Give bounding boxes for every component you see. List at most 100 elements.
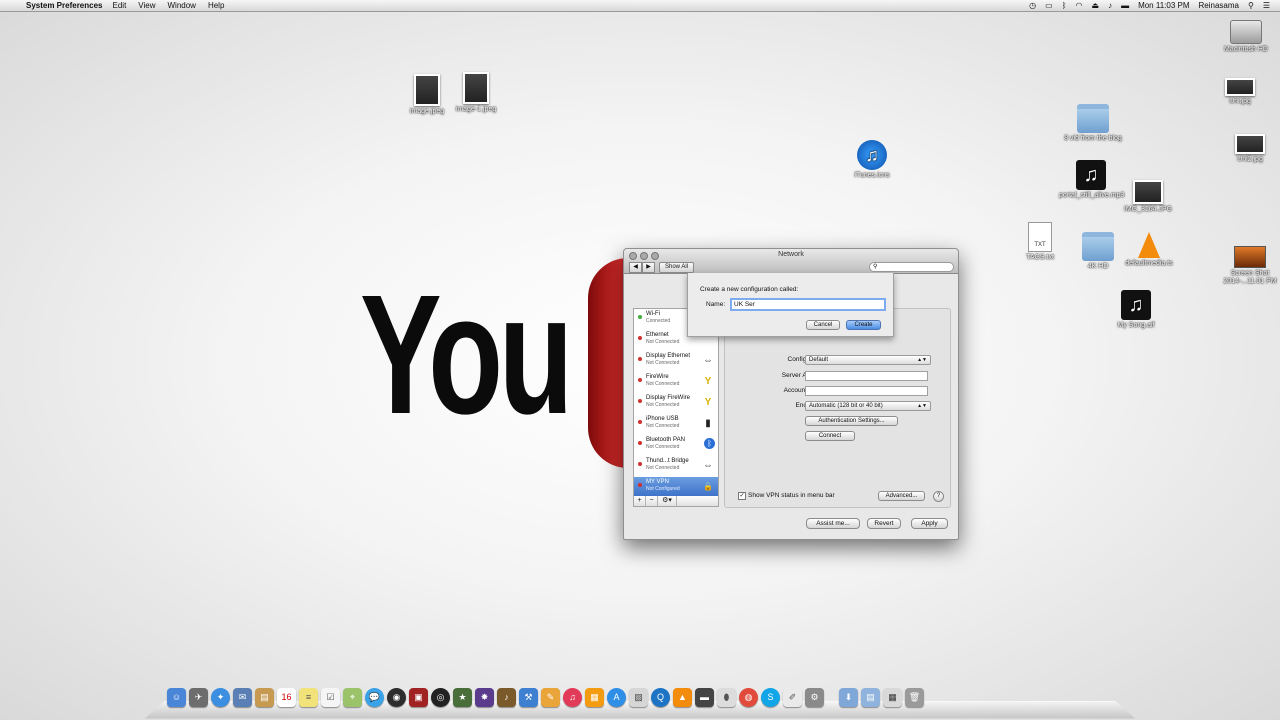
service-bluetooth-pan[interactable]: Bluetooth PAN Not Connected ᛒ xyxy=(634,435,718,456)
pages-icon[interactable]: ✎ xyxy=(541,688,560,707)
service-list-controls: + − ⚙▾ xyxy=(633,496,719,507)
server-address-input[interactable] xyxy=(805,371,928,381)
menu-edit[interactable]: Edit xyxy=(113,1,127,10)
photo-booth-icon[interactable]: ▣ xyxy=(409,688,428,707)
encryption-popup[interactable]: Automatic (128 bit or 40 bit) ▲▼ xyxy=(805,401,931,411)
downloads-stack-icon[interactable]: ⬇ xyxy=(839,688,858,707)
service-iphone-usb[interactable]: iPhone USB Not Connected ▮ xyxy=(634,414,718,435)
show-vpn-status-checkbox-row[interactable]: ✓ Show VPN status in menu bar xyxy=(738,492,835,500)
notes-icon[interactable]: ≡ xyxy=(299,688,318,707)
preview-icon[interactable]: ▨ xyxy=(629,688,648,707)
advanced-button[interactable]: Advanced... xyxy=(878,491,925,501)
chrome-icon[interactable]: ◍ xyxy=(739,688,758,707)
wifi-icon[interactable]: ◠ xyxy=(1076,1,1083,10)
show-all-button[interactable]: Show All xyxy=(659,262,695,273)
ethernet-arrows-icon: ⇔ xyxy=(703,460,713,471)
clock[interactable]: Mon 11:03 PM xyxy=(1138,1,1189,10)
menu-help[interactable]: Help xyxy=(208,1,224,10)
app-store-icon[interactable]: A xyxy=(607,688,626,707)
status-dot-red xyxy=(638,399,642,403)
iphoto-icon[interactable]: ✸ xyxy=(475,688,494,707)
service-firewire[interactable]: FireWire Not Connected Y xyxy=(634,372,718,393)
desktop-icon-my-song-aif[interactable]: ♫ My Song.aif xyxy=(1104,290,1168,330)
desktop-icon-portal-mp3[interactable]: ♫ portal_still_alive.mp3 xyxy=(1059,160,1124,200)
search-icon: ⚲ xyxy=(873,264,878,270)
desktop-icon-img-3164[interactable]: IMG_3164.JPG xyxy=(1116,180,1180,214)
ibooks-icon[interactable]: ▦ xyxy=(585,688,604,707)
skype-icon[interactable]: S xyxy=(761,688,780,707)
mail-icon[interactable]: ✉ xyxy=(233,688,252,707)
remove-service-button[interactable]: − xyxy=(646,496,658,506)
notification-center-icon[interactable]: ☰ xyxy=(1263,1,1270,10)
messages-icon[interactable]: 💬 xyxy=(365,688,384,707)
battery-icon[interactable]: ▬ xyxy=(1121,1,1129,10)
show-vpn-status-checkbox[interactable]: ✓ xyxy=(738,492,746,500)
service-thunderbolt-bridge[interactable]: Thund...t Bridge Not Connected ⇔ xyxy=(634,456,718,477)
connect-button[interactable]: Connect xyxy=(805,431,855,441)
applications-grid-icon[interactable]: ▦ xyxy=(883,688,902,707)
service-display-ethernet[interactable]: Display Ethernet Not Connected ⇔ xyxy=(634,351,718,372)
status-dot-red xyxy=(638,441,642,445)
dvd-player-icon[interactable]: ◎ xyxy=(431,688,450,707)
time-machine-icon[interactable]: ◷ xyxy=(1029,1,1036,10)
desktop-icon-macintosh-hd[interactable]: Macintosh HD xyxy=(1214,20,1278,54)
facetime-icon[interactable]: ◉ xyxy=(387,688,406,707)
textedit-icon[interactable]: ✐ xyxy=(783,688,802,707)
vlc-icon[interactable]: ▲ xyxy=(673,688,692,707)
launchpad-icon[interactable]: ✈ xyxy=(189,688,208,707)
screen-recorder-icon[interactable]: ▬ xyxy=(695,688,714,707)
maps-icon[interactable]: ⌖ xyxy=(343,688,362,707)
service-my-vpn[interactable]: MY VPN Not Configured 🔒 xyxy=(634,477,718,497)
desktop-icon-uni2-jpg[interactable]: Uni2.jpg xyxy=(1218,134,1280,164)
search-field[interactable]: ⚲ xyxy=(869,262,954,272)
desktop-icon-image-1[interactable]: image-1.jpeg xyxy=(444,72,508,114)
documents-stack-icon[interactable]: ▤ xyxy=(861,688,880,707)
add-service-button[interactable]: + xyxy=(634,496,646,506)
cancel-button[interactable]: Cancel xyxy=(806,320,840,330)
volume-icon[interactable]: ♪ xyxy=(1108,1,1112,10)
eject-icon[interactable]: ⏏ xyxy=(1092,1,1100,10)
revert-button[interactable]: Revert xyxy=(867,518,901,529)
forward-button[interactable]: ▶ xyxy=(642,262,655,273)
safari-icon[interactable]: ✦ xyxy=(211,688,230,707)
desktop-icon-itunes-icns[interactable]: ♫ iTunes.icns xyxy=(840,140,904,180)
trash-icon[interactable]: 🗑 xyxy=(905,688,924,707)
calendar-icon[interactable]: 16 xyxy=(277,688,296,707)
configuration-row: Configuration: Default▲▼ xyxy=(725,355,950,365)
account-name-input[interactable] xyxy=(805,386,928,396)
desktop-icon-uni-jpg[interactable]: Uni.jpg xyxy=(1208,78,1272,106)
garageband-icon[interactable]: ♪ xyxy=(497,688,516,707)
menu-view[interactable]: View xyxy=(138,1,155,10)
create-button[interactable]: Create xyxy=(846,320,881,330)
desktop-icon-tags-txt[interactable]: TXT TAGS.txt xyxy=(1008,222,1072,262)
service-display-firewire[interactable]: Display FireWire Not Connected Y xyxy=(634,393,718,414)
help-button[interactable]: ? xyxy=(933,491,944,502)
app-menu[interactable]: System Preferences xyxy=(26,1,103,10)
desktop-icon-screenshot[interactable]: Screen Shot 2014-...11.01 PM xyxy=(1218,246,1280,286)
xcode-icon[interactable]: ⚒ xyxy=(519,688,538,707)
authentication-settings-button[interactable]: Authentication Settings... xyxy=(805,416,898,426)
system-preferences-icon[interactable]: ⚙ xyxy=(805,688,824,707)
assist-me-button[interactable]: Assist me... xyxy=(806,518,860,529)
contacts-icon[interactable]: ▤ xyxy=(255,688,274,707)
desktop-icon-folder-blog[interactable]: 8 vid from the blog xyxy=(1061,104,1125,143)
menu-window[interactable]: Window xyxy=(168,1,196,10)
user-menu[interactable]: Reinasama xyxy=(1199,1,1239,10)
desktop-icon-defaultmedia-ts[interactable]: defaultmedia.ts xyxy=(1117,232,1181,268)
mouse-utility-icon[interactable]: ⬮ xyxy=(717,688,736,707)
window-titlebar[interactable]: Network ◀ ▶ Show All ⚲ xyxy=(624,249,958,274)
service-action-gear-button[interactable]: ⚙▾ xyxy=(658,496,677,506)
imovie-icon[interactable]: ★ xyxy=(453,688,472,707)
bluetooth-icon[interactable]: ᛒ xyxy=(1062,1,1067,10)
itunes-icon[interactable]: ♫ xyxy=(563,688,582,707)
back-button[interactable]: ◀ xyxy=(629,262,642,273)
display-icon[interactable]: ▭ xyxy=(1045,1,1053,10)
quicktime-icon[interactable]: Q xyxy=(651,688,670,707)
configuration-name-input[interactable]: UK Ser xyxy=(730,298,886,311)
spotlight-icon[interactable]: ⚲ xyxy=(1248,1,1254,10)
configuration-popup[interactable]: Default ▲▼ xyxy=(805,355,931,365)
apply-button[interactable]: Apply xyxy=(911,518,948,529)
reminders-icon[interactable]: ☑ xyxy=(321,688,340,707)
screenshot-file-icon xyxy=(1234,246,1266,268)
finder-icon[interactable]: ☺ xyxy=(167,688,186,707)
